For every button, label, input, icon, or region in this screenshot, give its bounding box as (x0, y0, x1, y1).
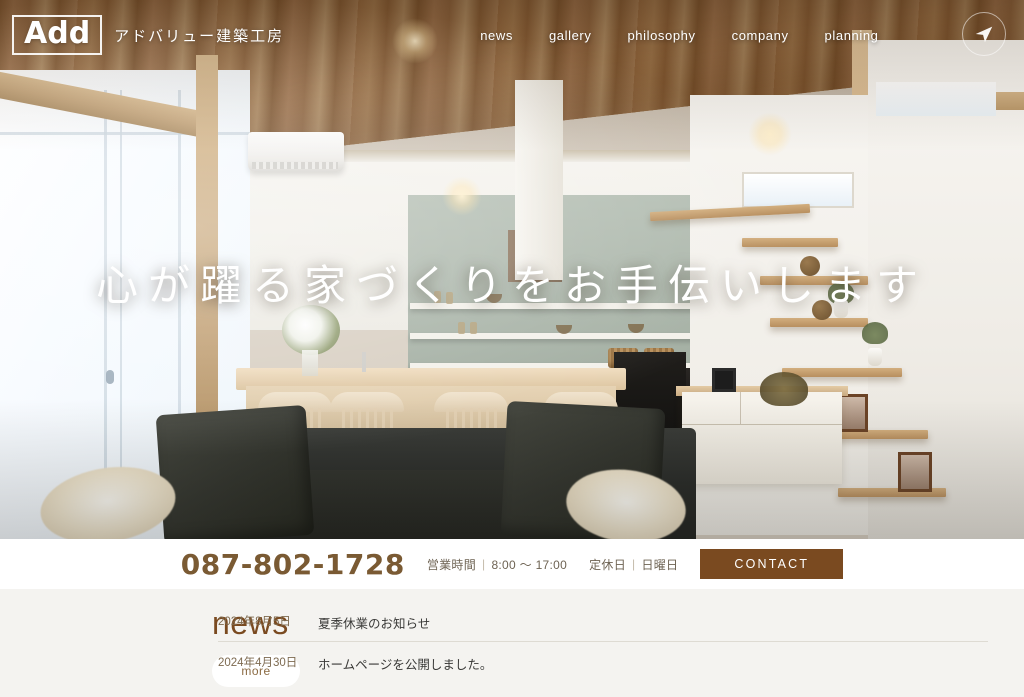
air-conditioner-vent (252, 162, 338, 169)
news-item-date: 2024年8月5日 (218, 616, 291, 628)
nav-item-planning[interactable]: planning (825, 28, 879, 43)
sideboard-seam (740, 392, 741, 424)
news-item-title: 夏季休業のお知らせ (318, 617, 431, 631)
main-navigation: news gallery philosophy company planning (480, 28, 878, 43)
news-item-date: 2024年4月30日 (218, 657, 298, 669)
structural-column (515, 80, 563, 280)
shelf-jar (470, 322, 477, 334)
dried-arrangement (760, 372, 808, 406)
logo-mark: Add (12, 15, 103, 55)
site-logo[interactable]: Add アドバリュー建築工房 (12, 15, 284, 55)
sideboard-seam (682, 424, 842, 425)
shelf-jar (458, 322, 465, 334)
sofa-cushion (155, 404, 315, 539)
nav-item-news[interactable]: news (480, 28, 513, 43)
kitchen-faucet (362, 352, 366, 372)
paper-plane-icon (975, 26, 993, 43)
decor-plant (862, 322, 888, 344)
hero-headline: 心が躍る家づくりをお手伝いします (95, 264, 928, 310)
contact-send-button[interactable] (962, 12, 1006, 56)
floating-shelf (742, 238, 838, 247)
tablet-device (712, 368, 736, 392)
nav-item-philosophy[interactable]: philosophy (627, 28, 695, 43)
phone-number[interactable]: 087-802-1728 (181, 548, 405, 581)
nav-item-company[interactable]: company (732, 28, 789, 43)
news-list: 2024年8月5日 夏季休業のお知らせ 2024年4月30日 ホームページを公開… (218, 607, 1024, 697)
window-handle (106, 370, 114, 384)
news-item[interactable]: 2024年8月5日 夏季休業のお知らせ (218, 607, 988, 641)
closed-separator: | (632, 557, 636, 571)
hours-value: 8:00 〜 17:00 (491, 557, 568, 572)
hero-section: Add アドバリュー建築工房 news gallery philosophy c… (0, 0, 1024, 539)
picture-frame (898, 452, 932, 492)
hours-label: 営業時間 (426, 557, 477, 572)
closed-label: 定休日 (589, 557, 627, 572)
news-section: news more 2024年8月5日 夏季休業のお知らせ 2024年4月30日… (0, 589, 1024, 697)
news-header-block: news more (0, 607, 300, 697)
clerestory-window (876, 82, 996, 116)
flower-vase (302, 350, 318, 376)
clerestory-window (742, 172, 854, 208)
ceiling-light (442, 176, 482, 216)
decor-vase (868, 348, 882, 366)
news-item-title: ホームページを公開しました。 (318, 658, 493, 672)
news-item[interactable]: 2024年4月30日 ホームページを公開しました。 (218, 641, 988, 682)
hours-separator: | (482, 557, 486, 571)
sideboard (682, 392, 842, 484)
nav-item-gallery[interactable]: gallery (549, 28, 592, 43)
kitchen-shelf (410, 333, 700, 339)
contact-button[interactable]: CONTACT (700, 549, 844, 579)
wall-light (748, 112, 792, 156)
site-header: Add アドバリュー建築工房 news gallery philosophy c… (0, 0, 1024, 70)
business-hours: 営業時間 | 8:00 〜 17:00 定休日 | 日曜日 (427, 556, 679, 573)
contact-bar: 087-802-1728 営業時間 | 8:00 〜 17:00 定休日 | 日… (0, 539, 1024, 589)
logo-company-name: アドバリュー建築工房 (114, 28, 285, 45)
closed-value: 日曜日 (641, 557, 679, 572)
